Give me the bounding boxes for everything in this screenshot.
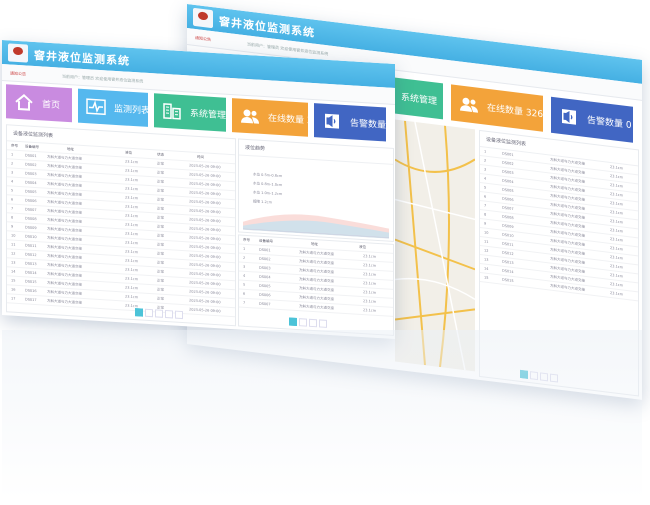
nav-system-tile[interactable]: 系统管理: [154, 93, 227, 132]
page-button[interactable]: [145, 308, 153, 318]
nav-monitor-label: 监测列表: [114, 104, 151, 117]
nav-home-label: 首页: [42, 99, 61, 112]
page-button[interactable]: [309, 318, 317, 328]
alarm-count-tile[interactable]: 告警数量 0 个: [314, 103, 395, 142]
nav-monitor-tile[interactable]: 监测列表: [78, 88, 151, 127]
page-button[interactable]: [165, 309, 173, 319]
page-button[interactable]: [299, 318, 307, 327]
app-logo: [193, 7, 213, 29]
nav-home-tile[interactable]: 首页: [6, 84, 72, 123]
trend-title: 液位趋势: [239, 139, 393, 165]
alarm-label: 告警数量 0 个: [587, 115, 642, 133]
alarm-label: 告警数量 0 个: [350, 118, 395, 132]
nav-system-label: 系统管理: [401, 92, 438, 108]
online-label: 在线数量 326 个: [487, 103, 555, 121]
page-button[interactable]: [289, 317, 297, 327]
page-button[interactable]: [175, 310, 183, 320]
alarm-count: 0: [625, 120, 632, 132]
nav-system-label: 系统管理: [190, 108, 227, 122]
alarm-icon: [562, 109, 576, 125]
trend-panel: 液位趋势 水位 0.5m-0.8cm 水位 0.8m-1.0cm 水位 1.0m…: [238, 138, 394, 242]
users-icon: [460, 97, 478, 113]
pulse-icon: [86, 98, 106, 116]
middle-list-panel: 序号 设备编号 地址 液位 1 DS001 方斛大道与力大道交接 23.1cm 2 DS…: [238, 234, 394, 336]
building-icon: [163, 103, 181, 120]
left-list-panel: 设备液位监测列表 序号 设备编号 地址 液位 状态 时间 1 DS001 方斛大道与…: [6, 124, 236, 327]
notice-label: 通知公告: [195, 34, 211, 42]
alarm-icon: [325, 113, 339, 129]
page-button[interactable]: [319, 319, 327, 328]
alarm-count: 0: [388, 121, 395, 132]
alarm-count-tile[interactable]: 告警数量 0 个: [551, 96, 642, 143]
page-button[interactable]: [155, 309, 163, 318]
floor-reflection: [2, 330, 642, 500]
online-count-tile[interactable]: 在线数量 326 个: [232, 98, 336, 137]
front-screen: 窨井液位监测系统 通知公告 当前用户：管理员 欢迎使用窨井液位监测系统 首页 监…: [2, 40, 395, 340]
pagination: [239, 314, 393, 330]
app-title: 窨井液位监测系统: [34, 48, 130, 68]
notice-label: 通知公告: [10, 70, 26, 77]
page-button[interactable]: [135, 308, 143, 317]
app-logo: [8, 43, 28, 63]
user-info: 当前用户：管理员 欢迎使用窨井液位监测系统: [62, 73, 144, 84]
home-icon: [15, 94, 33, 111]
users-icon: [241, 109, 259, 124]
trend-chart: [243, 214, 389, 239]
online-count: 326: [525, 108, 544, 121]
online-count-tile[interactable]: 在线数量 326 个: [451, 84, 555, 132]
